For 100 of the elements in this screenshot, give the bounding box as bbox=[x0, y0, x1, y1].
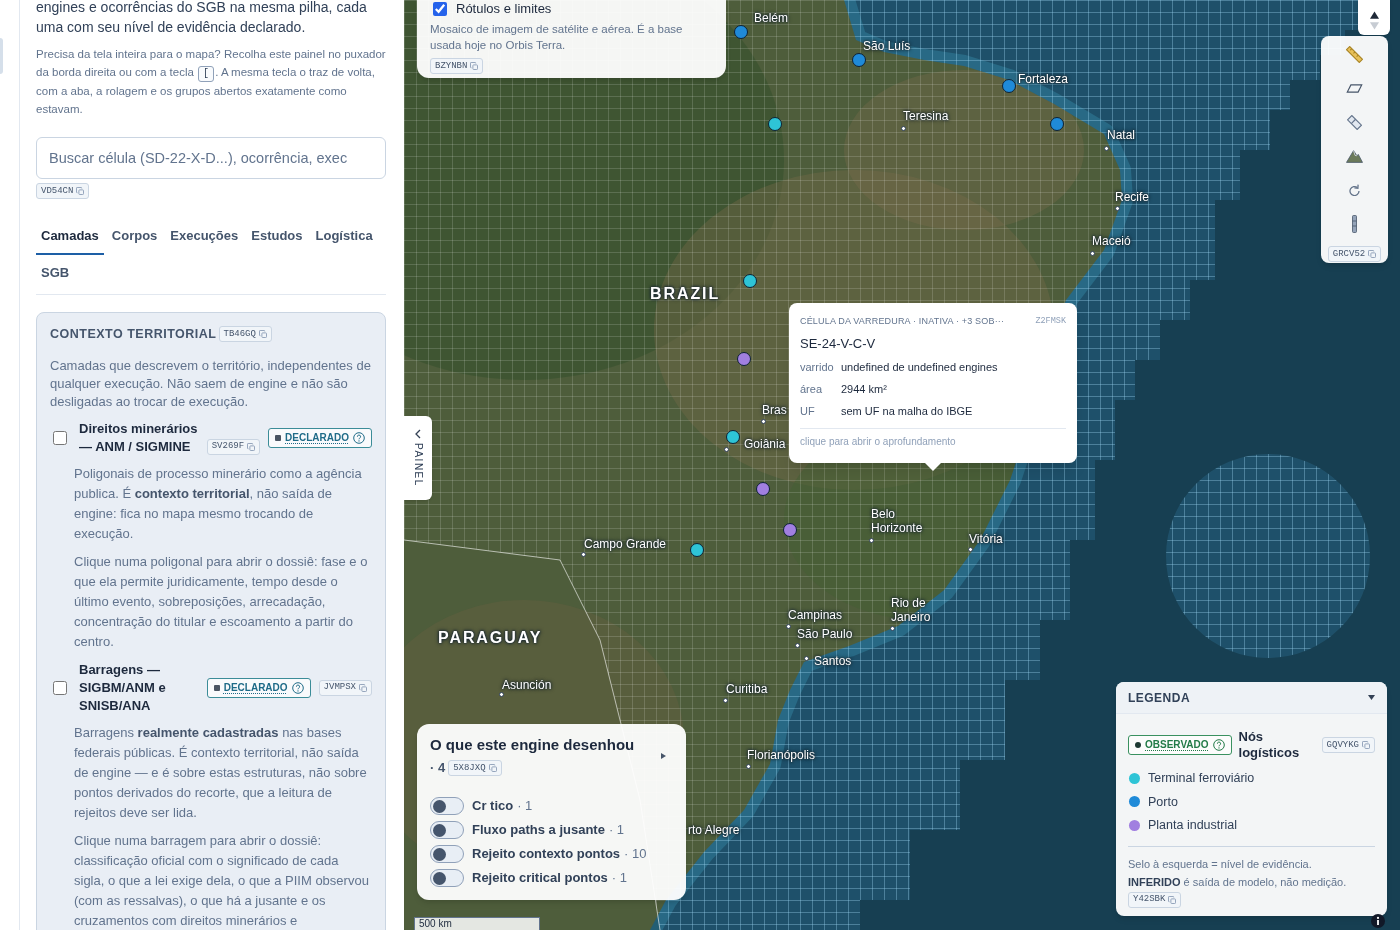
base-layer-checkbox[interactable] bbox=[433, 2, 447, 16]
tab[interactable]: Execuções bbox=[165, 218, 244, 255]
city-label: rto Alegre bbox=[688, 823, 740, 837]
collapse-hint-text: Precisa da tela inteira para o mapa? Recolha este painel no puxador da borda direita ou com a tecla [ . A mesma tecla o traz de volta, com a aba, a rolagem e os grupos abertos exatamente como estavam. bbox=[36, 47, 386, 117]
field-label: varrido bbox=[800, 360, 835, 374]
rail-handle[interactable] bbox=[0, 38, 3, 74]
evidence-badge[interactable]: DECLARADO bbox=[268, 427, 372, 448]
city-label: Bras bbox=[762, 403, 787, 417]
toggle-switch[interactable] bbox=[430, 821, 464, 839]
intro-text: engines e ocorrências do SGB na mesma pilha, cada uma com seu nível de evidência declarado. bbox=[36, 0, 368, 37]
legend-label: Terminal ferroviário bbox=[1148, 770, 1255, 787]
layer-name: Rejeito critical pontos bbox=[472, 870, 608, 886]
city-label: Santos bbox=[814, 654, 852, 668]
group-description: Camadas que descrevem o território, independentes de qualquer execução. Não saem de engine e não são desligadas ao trocar de execução. bbox=[50, 356, 372, 411]
copy-code-button[interactable]: SV269F bbox=[206, 438, 261, 455]
country-label: BRAZIL bbox=[650, 284, 721, 304]
vertical-bar-icon bbox=[1352, 215, 1357, 233]
layer-count: · 10 bbox=[624, 846, 647, 862]
compass-icon bbox=[1369, 11, 1379, 30]
tooltip-header: CÉLULA DA VARREDURA · INATIVA · +3 SOB··· bbox=[800, 315, 1005, 327]
copy-icon bbox=[258, 330, 267, 339]
layer-count: · 4 bbox=[430, 760, 446, 776]
layer-count: · 1 bbox=[517, 798, 533, 814]
toggle-switch[interactable] bbox=[430, 869, 464, 887]
copy-code-button[interactable]: 5X8JXQ bbox=[448, 760, 502, 776]
country-label: PARAGUAY bbox=[438, 628, 543, 648]
layer-checkbox[interactable] bbox=[53, 430, 67, 445]
copy-icon bbox=[247, 442, 256, 451]
legend-header[interactable]: LEGENDA bbox=[1116, 682, 1387, 714]
city-label: Asunción bbox=[502, 678, 552, 692]
layer-checkbox[interactable] bbox=[53, 680, 67, 695]
chevron-left-icon bbox=[414, 429, 422, 439]
rotate-icon bbox=[1349, 184, 1360, 196]
copy-icon bbox=[1368, 250, 1377, 258]
city-label: Campo Grande bbox=[584, 537, 667, 551]
copy-code-button[interactable]: Y42SBK bbox=[1128, 891, 1182, 908]
copy-code-button[interactable]: TB46GQ bbox=[218, 326, 272, 343]
layer-name: Rejeito contexto pontos bbox=[472, 846, 621, 862]
copy-icon bbox=[359, 683, 367, 692]
mountain-icon bbox=[1346, 149, 1363, 163]
legend-label: Porto bbox=[1148, 793, 1178, 810]
tab[interactable]: Corpos bbox=[106, 218, 163, 255]
info-icon[interactable] bbox=[1371, 914, 1385, 928]
search-field[interactable]: Buscar célula (SD-22-X-D...), ocorrência, exec bbox=[36, 137, 386, 179]
compass-button[interactable] bbox=[1358, 0, 1390, 35]
field-value: undefined de undefined engines bbox=[841, 360, 999, 374]
scale-bar: 500 km bbox=[414, 917, 540, 930]
copy-code-button[interactable]: GQVYKG bbox=[1321, 737, 1375, 753]
field-label: área bbox=[800, 382, 824, 396]
copy-code-button[interactable]: JVMPSX bbox=[318, 679, 372, 696]
layer-name: Cr tico bbox=[472, 798, 514, 814]
panel-toggle-button[interactable]: PAINEL bbox=[404, 416, 432, 500]
layer-title: Barragens — SIGBM/ANM e SNISB/ANA bbox=[79, 660, 167, 715]
evidence-badge[interactable]: OBSERVADO bbox=[1128, 735, 1232, 755]
reference-code: Z2FMSK bbox=[1035, 315, 1066, 327]
city-label: Maceió bbox=[1092, 234, 1131, 248]
city-label: Fortaleza bbox=[1018, 72, 1069, 86]
copy-code-button[interactable]: VD54CN bbox=[36, 183, 90, 199]
group-title: Nós logísticos bbox=[1238, 729, 1301, 761]
tab[interactable]: SGB bbox=[36, 255, 75, 292]
caret-right-icon bbox=[661, 753, 666, 759]
layer-count: · 1 bbox=[608, 822, 625, 838]
city-label: Florianópolis bbox=[747, 748, 816, 762]
city-label: Recife bbox=[1115, 190, 1149, 204]
toggle-switch[interactable] bbox=[430, 797, 464, 815]
layer-description: Poligonais de processo minerário como a agência publica. É contexto territorial, não saída de engine: fica no mapa mesmo trocando de execução. bbox=[73, 464, 363, 543]
legend-note: Selo à esquerda = nível de evidência. bbox=[1128, 856, 1313, 872]
field-value: sem UF na malha do IBGE bbox=[841, 404, 974, 418]
toggle-switch[interactable] bbox=[430, 845, 464, 863]
copy-icon bbox=[470, 62, 479, 70]
city-label: Belo Horizonte bbox=[871, 507, 924, 535]
layer-count: · 1 bbox=[611, 870, 627, 886]
copy-icon bbox=[1168, 895, 1177, 904]
city-label: São Paulo bbox=[797, 627, 853, 641]
tab[interactable]: Logística bbox=[310, 218, 378, 255]
legend-note: INFERIDO é saída de modelo, não medição. bbox=[1128, 874, 1348, 890]
tab[interactable]: Estudos bbox=[246, 218, 308, 255]
evidence-badge[interactable]: DECLARADO bbox=[206, 677, 311, 698]
field-value: 2944 km² bbox=[841, 382, 888, 396]
help-icon bbox=[353, 431, 365, 444]
cell-id: SE-24-V-C-V bbox=[800, 336, 877, 352]
field-label: UF bbox=[800, 404, 816, 418]
city-label: Campinas bbox=[788, 608, 843, 622]
layer-title: Direitos minerários — ANM / SIGMINE bbox=[79, 419, 199, 456]
copy-code-button[interactable]: BZYNBN bbox=[430, 58, 484, 74]
layer-description: Clique numa barragem para abrir o dossiê: classificação oficial com o significado de cada sigla, o que a lei exige dela, o que a PIIM observou (com as ressalvas), o que há a jusante e os cruzamentos com direitos minerários e bbox=[73, 831, 370, 930]
dot-icon bbox=[1135, 742, 1141, 748]
copy-icon bbox=[1362, 741, 1370, 749]
eraser-icon bbox=[1347, 114, 1362, 130]
help-icon bbox=[291, 681, 304, 694]
layer-description: Barragens realmente cadastradas nas bases federais públicas. É contexto territorial, não saída de engine — e é sobre estas estruturas, não sobre pontos derivados do recorte, que a leitura de rejeitos deve ser lida. bbox=[73, 723, 368, 822]
group-title: CONTEXTO TERRITORIAL bbox=[50, 326, 217, 343]
card-title: O que este engine desenhou bbox=[430, 735, 635, 755]
ruler-icon bbox=[1346, 45, 1363, 63]
parallelogram-icon bbox=[1346, 83, 1363, 93]
city-label: Vitória bbox=[969, 532, 1003, 546]
legend-label: Planta industrial bbox=[1148, 817, 1237, 834]
layer-description: Mosaico de imagem de satélite e aérea. É a base usada hoje no Orbis Terra. bbox=[430, 22, 684, 53]
tab[interactable]: Camadas bbox=[36, 218, 104, 255]
copy-code-button[interactable]: GRCV52 bbox=[1327, 246, 1382, 262]
